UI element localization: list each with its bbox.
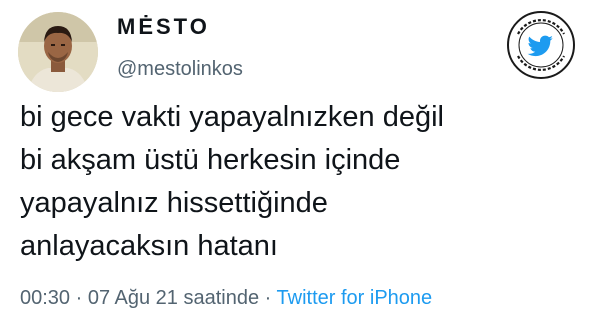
tweet-metadata: 00:30 · 07 Ağu 21 saatinde · Twitter for… xyxy=(20,287,432,310)
meta-separator: · xyxy=(259,287,277,309)
tweet-source-link[interactable]: Twitter for iPhone xyxy=(277,287,433,309)
tweet-time[interactable]: 00:30 xyxy=(20,287,70,309)
avatar-image xyxy=(18,12,98,92)
tweet-text: bi gece vakti yapayalnızken değil bi akş… xyxy=(20,96,580,268)
tweet-line: anlayacaksın hatanı xyxy=(20,230,278,262)
author-handle[interactable]: @mestolinkos xyxy=(117,58,243,81)
tweet-line: bi gece vakti yapayalnızken değil xyxy=(20,101,444,133)
watermark-badge xyxy=(506,10,576,80)
author-display-name[interactable]: MĖSTO xyxy=(117,14,210,40)
tweet-card: MĖSTO @mestolinkos bi gece vakti yapayal… xyxy=(0,0,591,327)
tweet-line: bi akşam üstü herkesin içinde xyxy=(20,144,401,176)
tweet-date[interactable]: 07 Ağu 21 saatinde xyxy=(88,287,259,309)
avatar[interactable] xyxy=(18,12,98,92)
twitter-bird-icon xyxy=(507,11,575,79)
tweet-line: yapayalnız hissettiğinde xyxy=(20,187,328,219)
meta-separator: · xyxy=(70,287,88,309)
